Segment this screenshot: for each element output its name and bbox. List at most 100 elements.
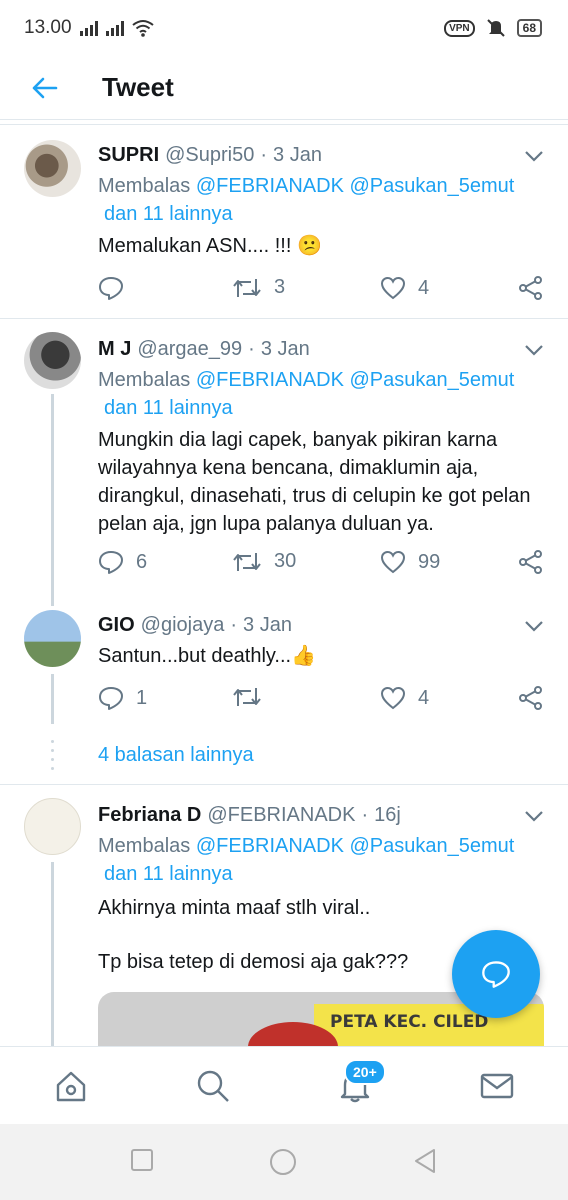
reply-context: Membalas @FEBRIANADK @Pasukan_5emut dan … xyxy=(98,832,548,888)
tweet-text: Memalukan ASN.... !!! 😕 xyxy=(98,235,322,257)
reply-button[interactable] xyxy=(98,276,136,300)
like-count: 99 xyxy=(418,550,441,573)
back-system-button[interactable] xyxy=(412,1148,440,1176)
like-button[interactable]: 4 xyxy=(380,686,429,710)
mute-icon xyxy=(486,19,505,37)
tweet-actions: 3 4 xyxy=(98,276,548,306)
home-button[interactable] xyxy=(269,1148,297,1176)
reply-prefix: Membalas xyxy=(98,835,191,857)
notification-badge: 20+ xyxy=(344,1059,386,1085)
tweet-text: Santun...but deathly...👍 xyxy=(98,645,316,667)
retweet-icon xyxy=(233,688,261,706)
clock: 13.00 xyxy=(24,17,72,38)
nav-home[interactable] xyxy=(54,1069,90,1105)
retweet-icon xyxy=(233,552,261,571)
vpn-icon: VPN xyxy=(444,19,475,37)
mention-link[interactable]: @FEBRIANADK xyxy=(196,369,344,391)
reply-feed: SUPRI @Supri50 · 3 Jan Membalas @FEBRIAN… xyxy=(0,120,568,1046)
image-text: PETA KEC. CILED xyxy=(330,1012,489,1032)
nav-search[interactable] xyxy=(196,1069,232,1105)
share-icon xyxy=(519,550,542,574)
share-button[interactable] xyxy=(518,686,544,710)
more-replies-link[interactable]: 4 balasan lainnya xyxy=(98,744,254,767)
retweet-count: 3 xyxy=(274,276,286,298)
arrow-left-icon xyxy=(32,77,58,98)
recents-button[interactable] xyxy=(130,1148,158,1176)
signal-icon xyxy=(79,20,98,36)
compose-reply-button[interactable] xyxy=(452,930,540,1018)
reply-button[interactable]: 1 xyxy=(98,686,147,710)
timestamp: 3 Jan xyxy=(243,614,292,636)
retweet-button[interactable]: 30 xyxy=(232,550,296,573)
share-button[interactable] xyxy=(518,550,544,574)
display-name[interactable]: GIO xyxy=(98,614,135,637)
like-button[interactable]: 4 xyxy=(380,276,429,300)
app-header: Tweet xyxy=(0,56,568,120)
tweet-header: Febriana D @FEBRIANADK · 16j xyxy=(98,804,401,827)
back-button[interactable] xyxy=(0,56,90,120)
others-link[interactable]: dan 11 lainnya xyxy=(104,203,233,225)
triangle-back-icon xyxy=(415,1149,435,1173)
timestamp: 16j xyxy=(374,804,401,826)
home-icon xyxy=(56,1071,86,1102)
tweet-text: Akhirnya minta maaf stlh viral.. xyxy=(98,897,371,919)
separator: · xyxy=(248,338,255,360)
tweet-text: Mungkin dia lagi capek, banyak pikiran k… xyxy=(98,429,531,535)
avatar[interactable] xyxy=(24,798,81,855)
battery-icon: 68 xyxy=(516,19,542,37)
chevron-down-icon[interactable] xyxy=(524,344,544,356)
reply-count: 1 xyxy=(136,686,148,709)
thread-line xyxy=(51,674,54,724)
tweet-header: M J @argae_99 · 3 Jan xyxy=(98,338,310,361)
mention-link[interactable]: @FEBRIANADK xyxy=(196,175,344,197)
tweet[interactable]: M J @argae_99 · 3 Jan Membalas @FEBRIANA… xyxy=(0,318,568,606)
circle-icon xyxy=(270,1149,296,1175)
others-link[interactable]: dan 11 lainnya xyxy=(104,863,233,885)
heart-icon xyxy=(380,550,406,574)
tweet[interactable]: SUPRI @Supri50 · 3 Jan Membalas @FEBRIAN… xyxy=(0,120,568,320)
avatar[interactable] xyxy=(24,610,81,667)
separator: · xyxy=(260,144,268,166)
separator: · xyxy=(361,804,369,826)
others-link[interactable]: dan 11 lainnya xyxy=(104,397,233,419)
share-button[interactable] xyxy=(518,276,544,300)
thread-line xyxy=(51,394,54,606)
share-icon xyxy=(519,686,542,710)
reply-prefix: Membalas xyxy=(98,369,191,391)
chevron-down-icon[interactable] xyxy=(524,810,544,822)
chevron-down-icon[interactable] xyxy=(524,620,544,632)
status-bar: 13.00 VPN 68 xyxy=(0,0,568,56)
mention-link[interactable]: @Pasukan_5emut xyxy=(350,175,515,197)
mail-icon xyxy=(480,1073,514,1099)
tweet-header: SUPRI @Supri50 · 3 Jan xyxy=(98,144,322,167)
display-name[interactable]: SUPRI xyxy=(98,144,159,167)
timestamp: 3 Jan xyxy=(273,144,322,166)
username: @FEBRIANADK xyxy=(207,804,356,826)
retweet-button[interactable]: 3 xyxy=(232,276,285,299)
like-button[interactable]: 99 xyxy=(380,550,440,574)
mention-link[interactable]: @FEBRIANADK xyxy=(196,835,344,857)
chevron-down-icon[interactable] xyxy=(524,150,544,162)
reply-count: 6 xyxy=(136,550,148,573)
system-nav-bar xyxy=(0,1124,568,1200)
retweet-icon xyxy=(233,278,261,297)
thread-line xyxy=(51,862,54,1046)
tweet[interactable]: GIO @giojaya · 3 Jan Santun...but deathl… xyxy=(0,598,568,728)
tweet-header: GIO @giojaya · 3 Jan xyxy=(98,614,292,637)
reply-icon xyxy=(99,551,123,574)
wifi-icon xyxy=(131,20,154,37)
display-name[interactable]: Febriana D xyxy=(98,804,201,827)
nav-messages[interactable] xyxy=(480,1069,516,1105)
nav-notifications[interactable]: 20+ xyxy=(338,1059,386,1105)
retweet-button[interactable] xyxy=(232,686,274,708)
avatar[interactable] xyxy=(24,332,81,389)
reply-button[interactable]: 6 xyxy=(98,550,147,574)
separator: · xyxy=(230,614,238,636)
avatar[interactable] xyxy=(24,140,81,197)
mention-link[interactable]: @Pasukan_5emut xyxy=(350,835,515,857)
display-name[interactable]: M J xyxy=(98,338,131,361)
reply-icon xyxy=(99,277,123,300)
mention-link[interactable]: @Pasukan_5emut xyxy=(350,369,515,391)
signal-icon xyxy=(105,20,124,36)
reply-prefix: Membalas xyxy=(98,175,191,197)
